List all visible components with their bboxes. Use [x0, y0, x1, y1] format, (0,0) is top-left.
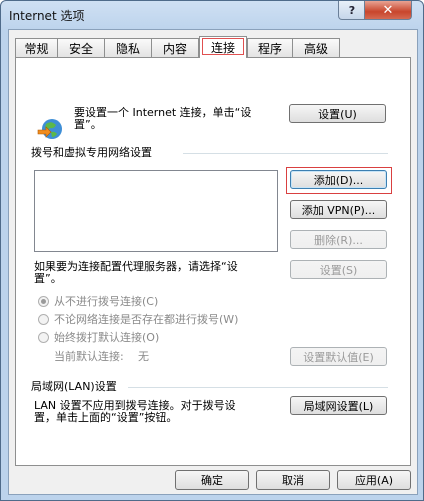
lan-text-line2: 置，单击上面的“设置”按钮。 [34, 411, 178, 424]
apply-button[interactable]: 应用(A) [337, 470, 411, 490]
connections-list[interactable] [34, 170, 278, 252]
add-button[interactable]: 添加(D)... [290, 170, 387, 189]
radio-never-dial-label: 从不进行拨号连接(C) [54, 295, 159, 308]
dialog-client-area: 常规 安全 隐私 内容 连接 程序 高级 要设置一个 Internet 连接，单… [8, 29, 418, 495]
cancel-button[interactable]: 取消 [256, 470, 330, 490]
tab-programs[interactable]: 程序 [247, 38, 293, 57]
setup-button[interactable]: 设置(U) [289, 104, 386, 123]
radio-never-dial[interactable] [38, 296, 49, 307]
radio-dial-when-no-network-label: 不论网络连接是否存在都进行拨号(W) [54, 313, 239, 326]
tab-highlight-frame [202, 38, 244, 55]
set-default-button[interactable]: 设置默认值(E) [290, 347, 387, 366]
close-button[interactable]: ✕ [364, 1, 412, 20]
tab-general[interactable]: 常规 [15, 38, 58, 57]
window-title: Internet 选项 [9, 9, 85, 23]
proxy-text-line1: 如果要为连接配置代理服务器，请选择“设 [34, 260, 238, 273]
current-default-label: 当前默认连接: [54, 350, 124, 363]
dialup-settings-button[interactable]: 设置(S) [290, 260, 387, 279]
tab-connections[interactable]: 连接 [199, 36, 247, 58]
proxy-text-line2: 置”。 [34, 272, 62, 285]
connections-panel: 要设置一个 Internet 连接，单击“设 置”。 设置(U) 拨号和虚拟专用… [15, 57, 411, 466]
radio-dial-when-no-network[interactable] [38, 314, 49, 325]
help-button[interactable]: ? [338, 1, 366, 20]
radio-always-dial-label: 始终拨打默认连接(O) [54, 331, 160, 344]
globe-icon [37, 119, 62, 139]
current-default-value: 无 [138, 350, 149, 363]
tab-content[interactable]: 内容 [151, 38, 199, 57]
setup-text-line2: 置”。 [74, 118, 102, 131]
lan-settings-button[interactable]: 局域网设置(L) [290, 396, 387, 415]
dialup-group-label: 拨号和虚拟专用网络设置 [31, 146, 152, 159]
title-bar[interactable]: Internet 选项 ? ✕ [1, 1, 423, 29]
tab-advanced[interactable]: 高级 [292, 38, 340, 57]
dialup-divider [183, 153, 388, 154]
lan-divider [128, 387, 388, 388]
lan-group-label: 局域网(LAN)设置 [31, 380, 117, 393]
ok-button[interactable]: 确定 [175, 470, 249, 490]
tab-privacy[interactable]: 隐私 [104, 38, 152, 57]
tab-security[interactable]: 安全 [57, 38, 105, 57]
delete-button[interactable]: 删除(R)... [290, 230, 387, 249]
add-vpn-button[interactable]: 添加 VPN(P)... [290, 200, 387, 219]
radio-always-dial[interactable] [38, 332, 49, 343]
dialog-window: Internet 选项 ? ✕ 常规 安全 隐私 内容 连接 程序 高级 要设置… [0, 0, 424, 501]
